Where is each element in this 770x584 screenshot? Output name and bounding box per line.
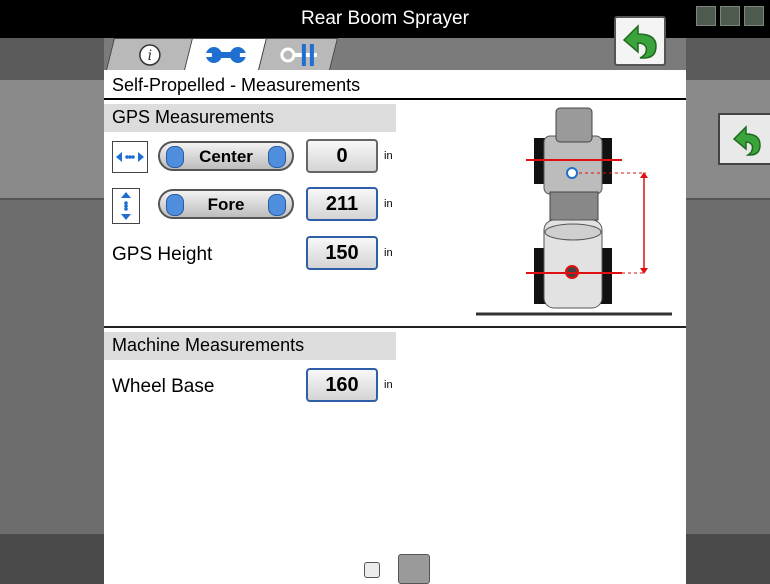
tab-setup[interactable] <box>184 38 268 70</box>
status-icon-1 <box>696 6 716 26</box>
return-arrow-icon <box>622 24 657 59</box>
gps-section-title: GPS Measurements <box>112 107 275 127</box>
cab <box>555 107 593 143</box>
inline-unit: in <box>384 198 393 210</box>
inline-offset-input[interactable]: 211 <box>306 187 378 221</box>
tab-info[interactable]: i <box>106 38 194 70</box>
lateral-offset-icon <box>112 141 148 173</box>
gps-receiver-icon <box>566 167 578 179</box>
section-divider <box>104 326 686 328</box>
tab-tools[interactable] <box>258 38 338 70</box>
machine-section-title: Machine Measurements <box>112 335 305 355</box>
page-title: Self-Propelled - Measurements <box>112 75 361 95</box>
back-button[interactable] <box>614 16 666 66</box>
lateral-direction-select[interactable]: Center <box>158 141 294 171</box>
vertical-arrows-icon <box>121 192 131 220</box>
spin-right-icon <box>268 146 286 168</box>
wrench-icon <box>205 46 246 63</box>
wheel-base-label: Wheel Base <box>112 376 215 397</box>
page-indicator-2[interactable] <box>398 554 430 584</box>
info-icon: i <box>139 43 161 66</box>
page-indicator-1[interactable] <box>364 562 380 578</box>
machine-section-header: Machine Measurements <box>104 330 396 360</box>
inline-direction-select[interactable]: Fore <box>158 189 294 219</box>
wheel-base-input[interactable]: 160 <box>306 368 378 402</box>
inline-offset-icon <box>112 188 140 224</box>
gps-height-unit: in <box>384 247 393 259</box>
gps-height-label: GPS Height <box>112 244 213 265</box>
page-header: Self-Propelled - Measurements <box>104 72 686 100</box>
status-icon-3 <box>744 6 764 26</box>
lateral-unit: in <box>384 150 393 162</box>
gps-section-header: GPS Measurements <box>104 102 396 132</box>
status-icons <box>696 6 764 26</box>
left-panel-bg <box>0 80 104 200</box>
side-back-button[interactable] <box>718 113 770 165</box>
key-icon <box>280 43 317 66</box>
sprayer-diagram <box>476 107 672 316</box>
return-arrow-icon <box>732 125 761 156</box>
gps-height-input[interactable]: 150 <box>306 236 378 270</box>
horizontal-arrows-icon <box>116 152 144 162</box>
spin-right-icon <box>268 194 286 216</box>
lateral-offset-input[interactable]: 0 <box>306 139 378 173</box>
wheel-base-unit: in <box>384 379 393 391</box>
status-icon-2 <box>720 6 740 26</box>
svg-text:i: i <box>148 48 152 64</box>
